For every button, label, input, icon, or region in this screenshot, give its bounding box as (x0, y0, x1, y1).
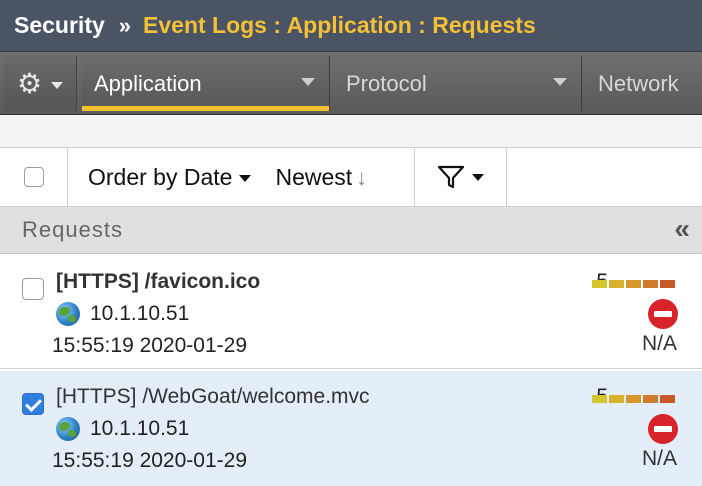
list-item[interactable]: [HTTPS] /favicon.ico 10.1.10.51 15:55:19… (0, 256, 702, 369)
severity-segment (626, 280, 641, 288)
tab-protocol-label: Protocol (346, 70, 427, 96)
row-checkbox[interactable] (22, 278, 44, 300)
severity-segment (660, 280, 675, 288)
title-bar: Security » Event Logs : Application : Re… (0, 0, 702, 51)
sort-controls: Order by Date Newest ↓ (67, 148, 415, 206)
caret-down-icon (472, 173, 484, 181)
list-item[interactable]: [HTTPS] /WebGoat/welcome.mvc 10.1.10.51 … (0, 371, 702, 486)
order-by-dropdown[interactable]: Order by Date (88, 163, 252, 191)
requests-section-header: Requests « (0, 207, 702, 254)
severity-segment (626, 395, 641, 403)
ip-address: 10.1.10.51 (90, 417, 190, 440)
filter-icon (437, 165, 465, 189)
response-code: N/A (642, 332, 678, 355)
arrow-down-icon: ↓ (356, 164, 368, 190)
tab-bar: ⚙ Application Protocol Network (0, 51, 702, 115)
breadcrumb-separator: » (118, 12, 132, 38)
tab-protocol[interactable]: Protocol (334, 56, 582, 111)
select-all-checkbox[interactable] (23, 167, 44, 187)
globe-icon (56, 302, 80, 326)
severity-bars (592, 395, 677, 403)
section-label: Requests (22, 217, 123, 242)
section-title[interactable]: Security (14, 12, 105, 39)
row-checkbox[interactable] (22, 393, 44, 415)
spacer-strip (0, 115, 702, 148)
ip-address: 10.1.10.51 (90, 302, 190, 325)
tab-application-label: Application (94, 70, 202, 96)
order-by-label: Order by Date (88, 163, 233, 190)
settings-menu-button[interactable]: ⚙ (4, 56, 77, 111)
severity-bars (592, 280, 677, 288)
breadcrumb: Event Logs : Application : Requests (143, 12, 536, 38)
blocked-icon (648, 414, 678, 444)
tab-network[interactable]: Network (586, 56, 702, 111)
chevron-down-icon[interactable] (553, 78, 567, 86)
severity-segment (660, 395, 675, 403)
select-all-cell (0, 148, 68, 206)
severity-segment (592, 280, 607, 288)
severity-segment (592, 395, 607, 403)
request-line: [HTTPS] /WebGoat/welcome.mvc (56, 385, 370, 408)
filter-button[interactable] (414, 148, 507, 206)
sort-direction-toggle[interactable]: Newest ↓ (275, 164, 367, 191)
severity-segment (609, 280, 624, 288)
severity-segment (643, 280, 658, 288)
caret-down-icon (239, 174, 252, 182)
chevron-down-icon[interactable] (301, 78, 315, 86)
globe-icon (56, 417, 80, 441)
timestamp: 15:55:19 2020-01-29 (52, 334, 247, 357)
severity-segment (609, 395, 624, 403)
tab-network-label: Network (598, 70, 679, 96)
double-chevron-left-icon[interactable]: « (674, 213, 690, 245)
client-ip: 10.1.10.51 (56, 417, 189, 441)
gear-icon: ⚙ (16, 67, 43, 99)
timestamp: 15:55:19 2020-01-29 (52, 449, 247, 472)
sort-direction-label: Newest (275, 163, 353, 190)
response-code: N/A (642, 447, 678, 470)
chevron-down-icon (51, 82, 64, 89)
active-tab-indicator (82, 106, 329, 111)
request-line: [HTTPS] /favicon.ico (56, 270, 261, 293)
tab-application[interactable]: Application (82, 56, 330, 111)
client-ip: 10.1.10.51 (56, 302, 189, 326)
list-toolbar: Order by Date Newest ↓ (0, 148, 702, 207)
blocked-icon (648, 299, 678, 329)
severity-segment (643, 395, 658, 403)
